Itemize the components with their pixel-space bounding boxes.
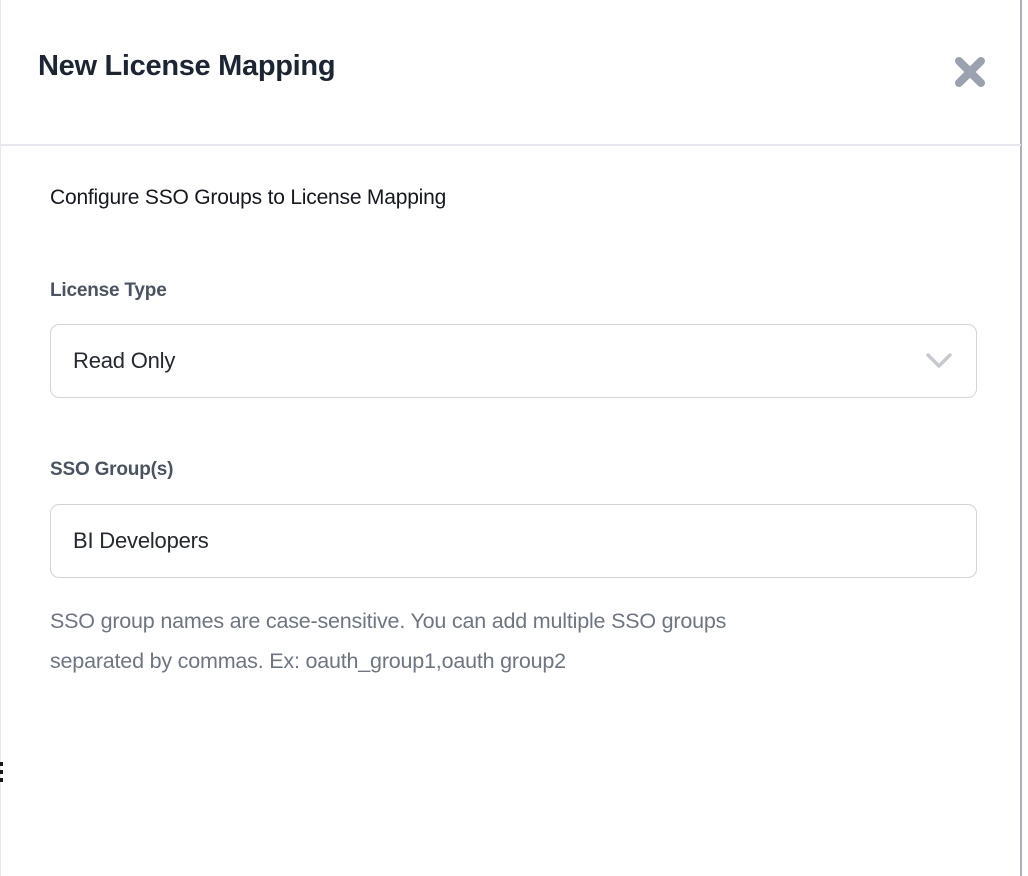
sso-groups-field-container — [50, 504, 977, 578]
close-button[interactable] — [952, 54, 988, 90]
sso-groups-helper-text: SSO group names are case-sensitive. You … — [50, 601, 930, 681]
section-heading: Configure SSO Groups to License Mapping — [50, 186, 446, 210]
new-license-mapping-modal: New License Mapping Configure SSO Groups… — [0, 0, 1028, 876]
license-type-label: License Type — [50, 280, 167, 302]
helper-line-1: SSO group names are case-sensitive. You … — [50, 601, 930, 641]
modal-right-border — [1020, 0, 1022, 876]
close-x-icon — [953, 55, 987, 89]
background-menu-dash — [0, 770, 3, 774]
header-divider — [0, 144, 1021, 146]
license-type-select[interactable]: Read Only — [50, 324, 977, 398]
sso-groups-input[interactable] — [73, 505, 954, 577]
page-left-edge — [0, 0, 1, 876]
modal-title: New License Mapping — [38, 50, 335, 83]
background-menu-dash — [0, 778, 3, 782]
license-type-selected-value: Read Only — [73, 348, 175, 374]
sso-groups-label: SSO Group(s) — [50, 459, 173, 481]
chevron-down-icon — [926, 353, 952, 369]
helper-line-2: separated by commas. Ex: oauth_group1,oa… — [50, 641, 930, 681]
background-menu-dash — [0, 762, 3, 766]
